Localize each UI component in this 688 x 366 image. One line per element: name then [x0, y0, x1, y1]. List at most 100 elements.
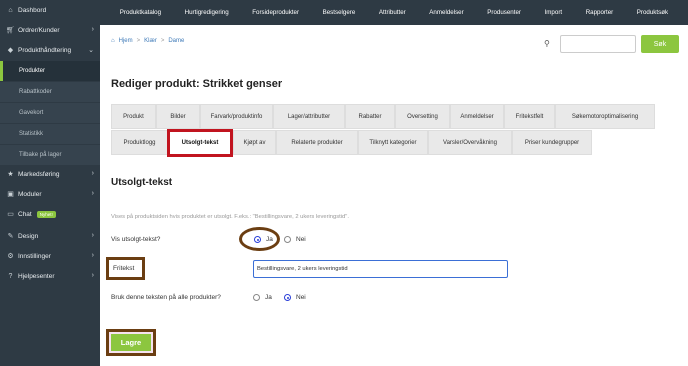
topnav-item[interactable]: Produsenter: [487, 9, 521, 16]
sidebar-item-products[interactable]: ◆ Produkthåndtering ⌄: [0, 40, 100, 60]
sidebar-item-modules[interactable]: ▣ Moduler ›: [0, 184, 100, 204]
freetext-input[interactable]: Bestillingsvare, 2 ukers leveringstid: [253, 260, 508, 278]
sidebar-item-label: Dashbord: [18, 6, 47, 14]
show-yes-radio[interactable]: [254, 236, 261, 243]
page-title: Rediger produkt: Strikket genser: [111, 78, 283, 90]
breadcrumb-level1[interactable]: Klær: [144, 38, 157, 44]
section-title: Utsolgt-tekst: [111, 177, 173, 188]
sidebar-item-label: Ordrer/Kunder: [18, 26, 60, 34]
topnav-item[interactable]: Bestselgere: [323, 9, 356, 16]
apply-all-yes-label: Ja: [265, 294, 272, 301]
sidebar-subitem-products[interactable]: Produkter: [0, 61, 100, 81]
breadcrumb-separator: >: [136, 38, 141, 44]
sidebar-item-label: Markedsføring: [18, 170, 60, 178]
sidebar-item-label: Moduler: [18, 190, 42, 198]
save-button[interactable]: Lagre: [111, 334, 151, 351]
search-icon: ⚲: [544, 39, 550, 48]
new-badge: Nyhet!: [36, 210, 56, 218]
sidebar-subitem-giftcards[interactable]: Gavekort: [0, 103, 100, 123]
sidebar-item-label: Produkthåndtering: [18, 46, 72, 54]
chevron-right-icon: ›: [91, 26, 94, 33]
sidebar-subitem-label: Tilbake på lager: [19, 152, 62, 158]
chevron-right-icon: ›: [91, 232, 94, 239]
sidebar-subitem-statistics[interactable]: Statistikk: [0, 124, 100, 144]
show-no-label: Nei: [296, 236, 306, 243]
save-button-highlight: Lagre: [106, 329, 156, 356]
tab-assign-categories[interactable]: Tilknytt kategorier: [358, 130, 428, 155]
tab-translation[interactable]: Oversetting: [395, 104, 450, 129]
sidebar-item-label: Chat: [18, 210, 32, 218]
sidebar-item-chat[interactable]: ▭ Chat Nyhet!: [0, 204, 100, 224]
sidebar-subitem-label: Gavekort: [19, 110, 44, 116]
chevron-down-icon: ⌄: [88, 47, 94, 54]
star-icon: ★: [7, 171, 14, 178]
breadcrumb: ⌂ Hjem > Klær > Dame: [111, 38, 184, 44]
sidebar-subitem-back-in-stock[interactable]: Tilbake på lager: [0, 145, 100, 165]
sidebar-subitem-coupons[interactable]: Rabattkoder: [0, 82, 100, 102]
sidebar-subitem-label: Produkter: [19, 68, 46, 74]
topnav-item[interactable]: Produktkatalog: [120, 9, 161, 16]
tab-color-chart[interactable]: Farvark/produktinfo: [200, 104, 273, 129]
search-input[interactable]: [560, 35, 636, 53]
tag-icon: ◆: [7, 47, 14, 54]
sidebar-subitem-label: Rabattkoder: [19, 89, 52, 95]
topnav-item[interactable]: Anmeldelser: [429, 9, 463, 16]
tab-seo[interactable]: Søkemotoroptimalisering: [555, 104, 655, 129]
tab-discounts[interactable]: Rabatter: [345, 104, 395, 129]
sidebar-item-settings[interactable]: ⚙ Innstillinger ›: [0, 246, 100, 266]
tab-product[interactable]: Produkt: [111, 104, 156, 129]
show-no-radio[interactable]: [284, 236, 291, 243]
sidebar-item-dashboard[interactable]: ⌂ Dashbord: [0, 0, 100, 20]
apply-all-no-label: Nei: [296, 294, 306, 301]
tab-alerts-monitoring[interactable]: Varsler/Overvåkning: [428, 130, 512, 155]
sidebar-item-orders[interactable]: 🛒︎ Ordrer/Kunder ›: [0, 20, 100, 40]
chat-icon: ▭: [7, 211, 14, 218]
sidebar: ⌂ Dashbord 🛒︎ Ordrer/Kunder › ◆ Produkth…: [0, 0, 100, 366]
show-yes-label: Ja: [266, 236, 273, 243]
tab-free-text-field[interactable]: Fritekstfelt: [504, 104, 555, 129]
tab-reviews[interactable]: Anmeldelser: [450, 104, 504, 129]
tab-product-log[interactable]: Produktlogg: [111, 130, 168, 155]
search-button[interactable]: Søk: [641, 35, 679, 53]
apply-all-no-radio[interactable]: [284, 294, 291, 301]
sidebar-item-design[interactable]: ✎ Design ›: [0, 226, 100, 246]
topnav-item[interactable]: Attributter: [379, 9, 406, 16]
tab-related-products[interactable]: Relaterte produkter: [276, 130, 358, 155]
freetext-label-highlight: Fritekst: [106, 257, 145, 280]
tab-images[interactable]: Bilder: [156, 104, 200, 129]
topnav-item[interactable]: Produktsøk: [637, 9, 668, 16]
topnav-item[interactable]: Import: [545, 9, 563, 16]
home-icon: ⌂: [111, 38, 115, 44]
puzzle-icon: ▣: [7, 191, 14, 198]
topnav-item[interactable]: Rapporter: [586, 9, 614, 16]
chevron-right-icon: ›: [91, 272, 94, 279]
sidebar-item-label: Hjelpesenter: [18, 272, 55, 280]
top-navigation: Produktkatalog Hurtigredigering Forsidep…: [100, 0, 688, 25]
gear-icon: ⚙: [7, 253, 14, 260]
breadcrumb-home[interactable]: Hjem: [119, 38, 133, 44]
sidebar-item-help[interactable]: ? Hjelpesenter ›: [0, 266, 100, 286]
pencil-icon: ✎: [7, 233, 14, 240]
tab-customer-group-prices[interactable]: Priser kundegrupper: [512, 130, 592, 155]
freetext-label: Fritekst: [113, 265, 135, 272]
help-text: Vises på produktsiden hvis produktet er …: [111, 214, 349, 220]
breadcrumb-separator: >: [160, 38, 165, 44]
sidebar-item-marketing[interactable]: ★ Markedsføring ›: [0, 164, 100, 184]
home-icon: ⌂: [8, 6, 13, 14]
chevron-right-icon: ›: [91, 170, 94, 177]
tab-sold-out-text[interactable]: Utsolgt-tekst: [167, 129, 233, 157]
cart-icon: 🛒︎: [6, 27, 15, 34]
apply-all-label: Bruk denne teksten på alle produkter?: [111, 294, 221, 301]
chevron-right-icon: ›: [91, 190, 94, 197]
topnav-item[interactable]: Forsideprodukter: [252, 9, 299, 16]
breadcrumb-level2[interactable]: Dame: [168, 38, 184, 44]
tab-bought-by[interactable]: Kjøpt av: [233, 130, 276, 155]
tab-stock-attributes[interactable]: Lager/attributter: [273, 104, 345, 129]
chevron-right-icon: ›: [91, 252, 94, 259]
sidebar-subitem-label: Statistikk: [19, 131, 44, 137]
help-icon: ?: [8, 272, 13, 280]
topnav-item[interactable]: Hurtigredigering: [185, 9, 229, 16]
apply-all-yes-radio[interactable]: [253, 294, 260, 301]
sidebar-item-label: Innstillinger: [18, 252, 51, 260]
sidebar-item-label: Design: [18, 232, 39, 240]
